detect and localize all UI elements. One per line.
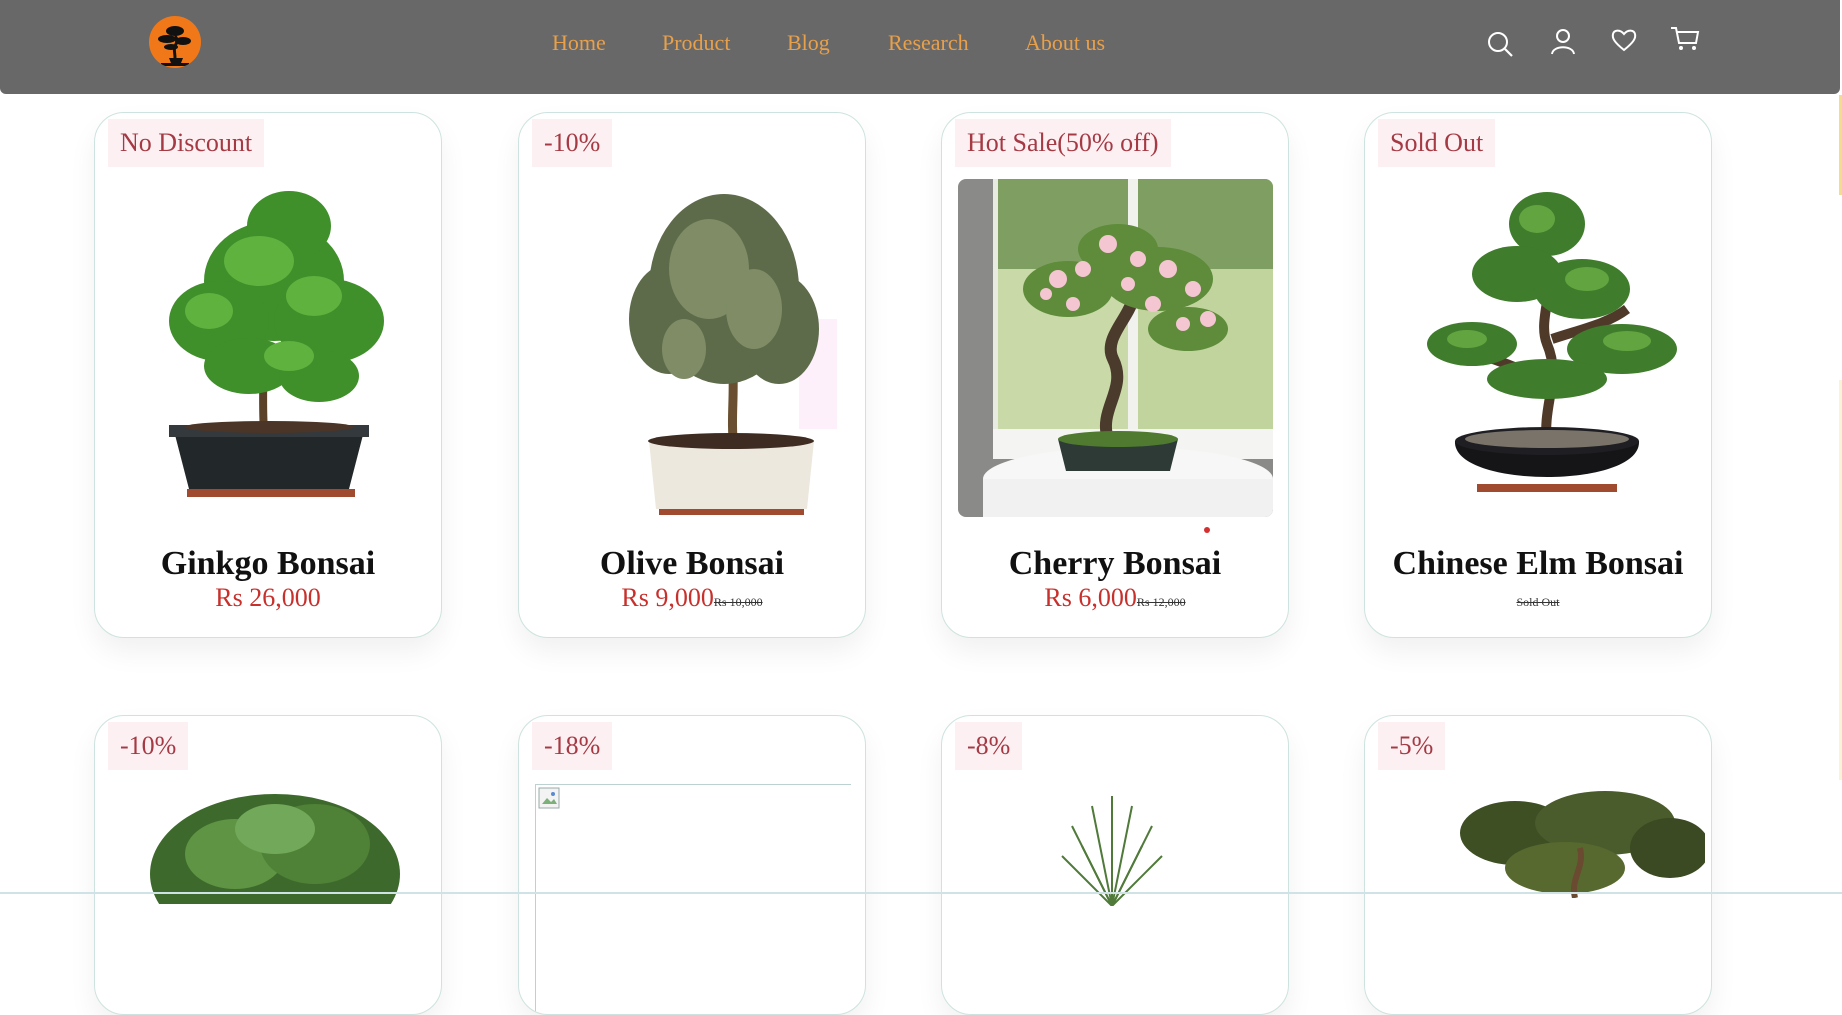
old-price: Rs 12,000 (1136, 595, 1186, 609)
top-navbar: Home Product Blog Research About us (0, 0, 1840, 94)
nav-blog-link[interactable]: Blog (787, 30, 830, 56)
carousel-dot[interactable] (1204, 527, 1210, 533)
broken-image-placeholder (535, 784, 851, 1014)
product-name[interactable]: Olive Bonsai (519, 545, 865, 583)
product-card[interactable]: -10% (94, 715, 442, 1015)
old-price: Rs 10,000 (713, 595, 763, 609)
discount-badge: -5% (1378, 722, 1446, 770)
product-name[interactable]: Chinese Elm Bonsai (1365, 545, 1711, 583)
product-card-cherry[interactable]: Hot Sale(50% off) Cherry Bonsai Rs 6,000… (941, 112, 1289, 638)
olive-bonsai-image (629, 194, 837, 515)
heart-icon[interactable] (1610, 28, 1638, 57)
discount-badge: -10% (108, 722, 189, 770)
discount-badge: -18% (532, 722, 613, 770)
chinese-elm-bonsai-image (1427, 192, 1677, 492)
product-name[interactable]: Cherry Bonsai (942, 545, 1288, 583)
discount-badge: No Discount (108, 119, 265, 167)
discount-badge: -8% (955, 722, 1023, 770)
discount-badge: -10% (532, 119, 613, 167)
product-name[interactable]: Ginkgo Bonsai (95, 545, 441, 583)
ginkgo-bonsai-image (169, 191, 384, 497)
price-row: Rs 9,000Rs 10,000 (519, 583, 865, 613)
price: Rs 26,000 (215, 583, 321, 612)
bonsai-logo-icon (158, 26, 191, 66)
price: Rs 6,000 (1044, 583, 1137, 612)
nav-about-link[interactable]: About us (1025, 30, 1105, 56)
discount-badge: Hot Sale(50% off) (955, 119, 1171, 167)
price: Rs 9,000 (621, 583, 714, 612)
nav-research-link[interactable]: Research (888, 30, 969, 56)
user-icon[interactable] (1549, 27, 1577, 60)
sold-out-badge: Sold Out (1378, 119, 1496, 167)
sold-out-label: Sold Out (1516, 595, 1560, 609)
search-icon[interactable] (1486, 30, 1514, 63)
nav-product-link[interactable]: Product (662, 30, 730, 56)
cherry-bonsai-image[interactable] (958, 179, 1273, 517)
bonsai-logo[interactable] (149, 16, 201, 68)
nav-home-link[interactable]: Home (552, 30, 606, 56)
price-row: Rs 26,000 (95, 583, 441, 613)
broken-image-icon (538, 787, 560, 809)
product-card-chinese-elm[interactable]: Sold Out Chinese Elm Bonsai Sold Out (1364, 112, 1712, 638)
cypress-bonsai-image (1460, 791, 1705, 898)
product-card[interactable]: -5% (1364, 715, 1712, 1015)
pine-bonsai-image (1061, 796, 1163, 906)
juniper-bonsai-image (150, 794, 400, 904)
product-card[interactable]: -8% (941, 715, 1289, 1015)
bottom-border (0, 892, 1842, 894)
product-card-ginkgo[interactable]: No Discount Ginkgo Bonsai Rs 26,000 (94, 112, 442, 638)
price-row: Sold Out (1365, 583, 1711, 613)
product-card-olive[interactable]: -10% Olive Bonsai Rs 9,000Rs 10,000 (518, 112, 866, 638)
product-card[interactable]: -18% (518, 715, 866, 1015)
cart-icon[interactable] (1670, 26, 1700, 57)
price-row: Rs 6,000Rs 12,000 (942, 583, 1288, 613)
